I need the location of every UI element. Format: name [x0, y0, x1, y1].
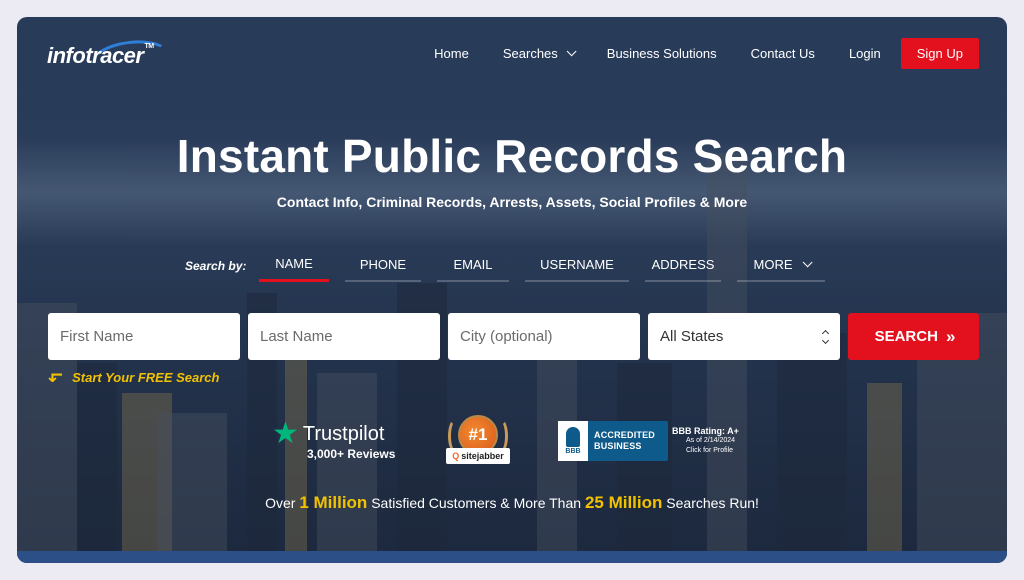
city-input[interactable]: [448, 313, 640, 360]
stats-line: Over 1 Million Satisfied Customers & Mor…: [265, 493, 759, 512]
trustpilot-star-icon: ★: [272, 417, 299, 450]
bbb-click-for-profile: Click for Profile: [686, 447, 734, 454]
trustpilot-name: Trustpilot: [302, 422, 385, 445]
tab-username[interactable]: USERNAME: [525, 257, 629, 282]
tab-phone[interactable]: PHONE: [345, 257, 421, 282]
state-select[interactable]: All States: [648, 313, 840, 360]
first-name-input[interactable]: [48, 313, 240, 360]
logo-text-info: info: [47, 43, 86, 68]
tab-name[interactable]: NAME: [259, 256, 329, 282]
nav-searches[interactable]: Searches: [503, 46, 577, 61]
top-nav: Home Searches Business Solutions Contact…: [400, 38, 979, 69]
bbb-rating: BBB Rating: A+: [672, 426, 739, 436]
city-skyline-background: [17, 17, 1007, 563]
browser-page: infotracerTM Home Searches Business Solu…: [17, 17, 1007, 563]
trustpilot-reviews: 3,000+ Reviews: [307, 447, 396, 461]
tab-address[interactable]: ADDRESS: [645, 257, 721, 282]
bbb-accredited-line2: BUSINESS: [594, 441, 642, 451]
search-form: All States SEARCH »: [48, 313, 979, 360]
search-by-label: Search by:: [185, 259, 247, 273]
customers-count: 1 Million: [299, 493, 368, 512]
tab-more[interactable]: MORE: [737, 257, 825, 282]
sign-up-button[interactable]: Sign Up: [900, 38, 979, 69]
bbb-as-of: As of 2/14/2024: [686, 437, 736, 444]
page-subtitle: Contact Info, Criminal Records, Arrests,…: [276, 194, 748, 210]
trustpilot-badge[interactable]: ★ Trustpilot 3,000+ Reviews: [272, 417, 396, 462]
state-select-value: All States: [660, 328, 724, 345]
curved-arrow-up-icon: ↱: [46, 369, 67, 386]
nav-business-solutions[interactable]: Business Solutions: [607, 46, 717, 61]
search-button[interactable]: SEARCH »: [848, 313, 979, 360]
bbb-seal: BBB ACCREDITED BUSINESS: [558, 421, 668, 461]
tab-email[interactable]: EMAIL: [437, 257, 509, 282]
chevron-down-icon: [802, 257, 813, 268]
nav-contact-us[interactable]: Contact Us: [751, 46, 815, 61]
free-search-hint: ↱ Start Your FREE Search: [46, 367, 220, 388]
select-arrows-icon: [821, 329, 830, 344]
bbb-torch-icon: BBB: [558, 421, 588, 461]
nav-login[interactable]: Login: [849, 46, 881, 61]
double-chevron-right-icon: »: [945, 326, 956, 346]
infotracer-logo[interactable]: infotracerTM: [47, 35, 187, 91]
searches-count: 25 Million: [584, 493, 663, 512]
sitejabber-ribbon: Qsitejabber: [446, 448, 510, 464]
free-search-text: Start Your FREE Search: [72, 370, 220, 385]
search-type-tabs: Search by: NAME PHONE EMAIL USERNAME ADD…: [185, 252, 841, 282]
sitejabber-q-icon: Q: [452, 451, 460, 461]
sitejabber-badge[interactable]: #1 Qsitejabber: [445, 415, 511, 471]
last-name-input[interactable]: [248, 313, 440, 360]
bbb-badge[interactable]: BBB ACCREDITED BUSINESS BBB Rating: A+ A…: [558, 421, 739, 461]
bbb-accredited-line1: ACCREDITED: [594, 430, 656, 440]
page-title: Instant Public Records Search: [176, 130, 848, 182]
logo-text-tracer: tracer: [85, 43, 144, 68]
logo-trademark: TM: [144, 43, 154, 50]
nav-home[interactable]: Home: [434, 46, 469, 61]
chevron-down-icon: [566, 46, 577, 57]
